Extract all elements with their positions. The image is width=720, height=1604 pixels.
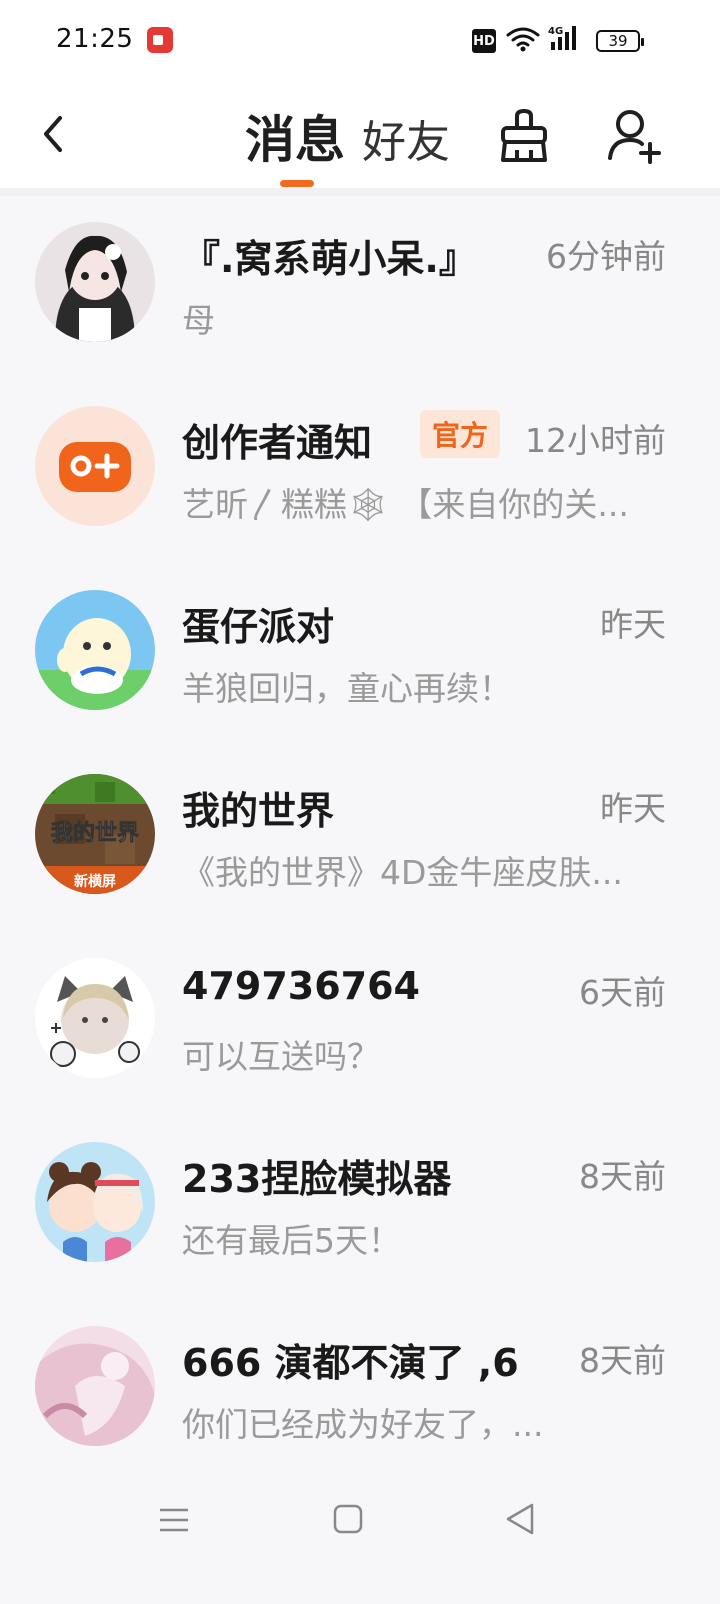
avatar-title: 我的世界 (51, 820, 139, 846)
top-bar: 消息 好友 (0, 84, 720, 188)
conversation-item[interactable]: 666 演都不演了 ,6 8天前 你们已经成为好友了，... (0, 1300, 720, 1484)
conversation-preview: 可以互送吗？ (182, 1037, 380, 1076)
conversation-name: 我的世界 (182, 789, 335, 833)
battery-level: 39 (608, 32, 628, 50)
conversation-time: 12小时前 (525, 421, 666, 460)
header-divider (0, 188, 720, 196)
menu-icon[interactable] (158, 1504, 190, 1536)
conversation-name: 479736764 (182, 964, 420, 1008)
wifi-icon (506, 27, 540, 52)
conversation-item[interactable]: 『.窝系萌小呆.』 6分钟前 母 (0, 196, 720, 380)
add-user-icon (608, 110, 661, 164)
conversation-name: 233捏脸模拟器 (182, 1157, 452, 1201)
avatar (35, 222, 155, 342)
conversation-preview: 《我的世界》4D金牛座皮肤... (182, 853, 623, 892)
conversation-list: 『.窝系萌小呆.』 6分钟前 母 创作者通知 官方 12小时前 艺昕〳糕糕🕸 【… (0, 196, 720, 1484)
conversation-name: 创作者通知 (182, 421, 373, 465)
conversation-time: 昨天 (600, 605, 666, 644)
conversation-time: 6天前 (579, 973, 666, 1012)
conversation-time: 昨天 (600, 789, 666, 828)
avatar (35, 1326, 155, 1446)
conversation-preview: 羊狼回归，童心再续！ (182, 669, 512, 708)
status-time: 21:25 (56, 24, 134, 54)
conversation-preview: 你们已经成为好友了，... (182, 1405, 544, 1444)
network-type-label: 4G (548, 26, 563, 37)
avatar (35, 1142, 155, 1262)
conversation-name: 蛋仔派对 (182, 605, 335, 649)
status-bar: 21:25 HD 4G 39 (0, 0, 720, 84)
tab-messages[interactable]: 消息 (245, 100, 345, 172)
conversation-name: 666 演都不演了 ,6 (182, 1341, 519, 1385)
conversation-name: 『.窝系萌小呆.』 (182, 237, 477, 281)
conversation-preview: 还有最后5天！ (182, 1221, 401, 1260)
cellular-signal-icon: 4G (548, 26, 576, 50)
avatar (35, 590, 155, 710)
conversation-item[interactable]: 蛋仔派对 昨天 羊狼回归，童心再续！ (0, 564, 720, 748)
clear-messages-button[interactable] (496, 106, 552, 166)
back-triangle-icon[interactable] (504, 1502, 536, 1536)
back-button[interactable] (28, 104, 78, 164)
hd-icon: HD (472, 29, 496, 53)
home-icon[interactable] (333, 1504, 363, 1534)
conversation-item[interactable]: 233捏脸模拟器 8天前 还有最后5天！ (0, 1116, 720, 1300)
avatar (35, 406, 155, 526)
broom-icon (501, 108, 547, 162)
system-nav-bar (0, 1470, 720, 1604)
conversation-time: 8天前 (579, 1157, 666, 1196)
official-badge: 官方 (420, 410, 501, 458)
conversation-item[interactable]: 创作者通知 官方 12小时前 艺昕〳糕糕🕸 【来自你的关... (0, 380, 720, 564)
avatar-subtitle: 新横屏 (74, 873, 116, 890)
conversation-preview: 艺昕〳糕糕🕸 【来自你的关... (182, 485, 629, 524)
battery-indicator: 39 (596, 30, 644, 52)
avatar (35, 958, 155, 1078)
avatar: 我的世界 新横屏 (35, 774, 155, 894)
chevron-left-icon (44, 116, 62, 152)
conversation-time: 6分钟前 (546, 237, 666, 276)
conversation-time: 8天前 (579, 1341, 666, 1380)
conversation-item[interactable]: 我的世界 新横屏 我的世界 昨天 《我的世界》4D金牛座皮肤... (0, 748, 720, 932)
conversation-preview: 母 (182, 301, 215, 340)
screen-record-icon (147, 27, 173, 53)
conversation-item[interactable]: 479736764 6天前 可以互送吗？ (0, 932, 720, 1116)
add-friend-button[interactable] (604, 106, 664, 166)
active-tab-indicator (280, 180, 314, 187)
tab-friends[interactable]: 好友 (362, 106, 450, 170)
